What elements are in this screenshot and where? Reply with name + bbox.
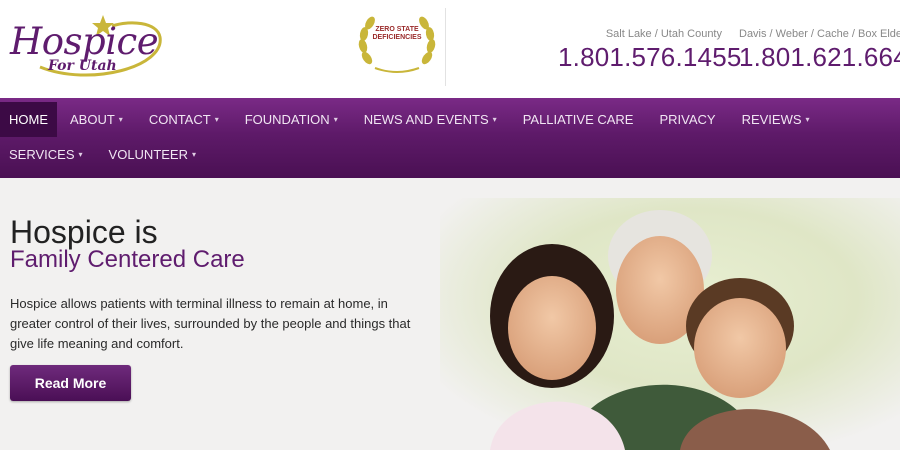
phone-number[interactable]: 1.801.576.1455	[558, 42, 741, 73]
nav-item-foundation[interactable]: FOUNDATION ▾	[232, 102, 351, 137]
nav-item-contact[interactable]: CONTACT ▾	[136, 102, 232, 137]
nav-item-news-and-events[interactable]: NEWS AND EVENTS ▾	[351, 102, 510, 137]
nav-label: SERVICES	[9, 147, 75, 162]
nav-label: PRIVACY	[659, 112, 716, 127]
nav-item-home[interactable]: HOME	[0, 102, 57, 137]
phone-number[interactable]: 1.801.621.6642	[739, 42, 900, 73]
site-header: Hospice For Utah ZERO STATE DEFICIENCIES…	[0, 0, 900, 98]
phone-salt-lake: Salt Lake / Utah County 1.801.576.1455	[558, 28, 741, 73]
chevron-down-icon: ▾	[214, 115, 219, 124]
nav-label: ABOUT	[70, 112, 115, 127]
chevron-down-icon: ▾	[78, 150, 83, 159]
nav-item-privacy[interactable]: PRIVACY	[646, 102, 728, 137]
badge-label: ZERO STATE DEFICIENCIES	[372, 26, 422, 41]
chevron-down-icon: ▾	[192, 150, 197, 159]
header-divider	[445, 8, 446, 86]
hero-subtitle: Family Centered Care	[10, 246, 245, 273]
logo-brand-text: Hospice	[10, 20, 159, 63]
chevron-down-icon: ▾	[118, 115, 123, 124]
read-more-button[interactable]: Read More	[10, 365, 131, 401]
nav-label: NEWS AND EVENTS	[363, 112, 489, 127]
nav-item-about[interactable]: ABOUT ▾	[57, 102, 136, 137]
family-photo-image	[440, 198, 900, 450]
phone-area-label: Salt Lake / Utah County	[605, 28, 722, 40]
zero-deficiencies-badge: ZERO STATE DEFICIENCIES	[355, 12, 439, 76]
nav-label: HOME	[9, 112, 48, 127]
nav-label: FOUNDATION	[244, 112, 330, 127]
nav-item-services[interactable]: SERVICES ▾	[0, 137, 96, 172]
nav-item-reviews[interactable]: REVIEWS ▾	[729, 102, 823, 137]
nav-label: CONTACT	[148, 112, 211, 127]
nav-item-volunteer[interactable]: VOLUNTEER ▾	[96, 137, 209, 172]
hospice-for-utah-logo[interactable]: Hospice For Utah	[0, 12, 170, 84]
nav-label: REVIEWS	[741, 112, 802, 127]
hero-description: Hospice allows patients with terminal il…	[10, 296, 411, 351]
nav-item-palliative-care[interactable]: PALLIATIVE CARE	[510, 102, 647, 137]
chevron-down-icon: ▾	[805, 115, 810, 124]
logo-sub-text: For Utah	[48, 58, 117, 74]
hero-section: Hospice is Family Centered Care Hospice …	[0, 178, 900, 450]
chevron-down-icon: ▾	[492, 115, 497, 124]
nav-row-2: SERVICES ▾ VOLUNTEER ▾	[0, 137, 209, 172]
nav-label: PALLIATIVE CARE	[522, 112, 634, 127]
phone-area-label: Davis / Weber / Cache / Box Elder	[739, 28, 900, 40]
nav-label: VOLUNTEER	[108, 147, 188, 162]
phone-davis-weber: Davis / Weber / Cache / Box Elder 1.801.…	[739, 28, 900, 73]
laurel-wreath-icon	[358, 16, 436, 73]
chevron-down-icon: ▾	[333, 115, 338, 124]
nav-row-1: HOME ABOUT ▾ CONTACT ▾ FOUNDATION ▾ NEWS AN…	[0, 102, 823, 137]
main-navigation: HOME ABOUT ▾ CONTACT ▾ FOUNDATION ▾ NEWS AN…	[0, 98, 900, 178]
